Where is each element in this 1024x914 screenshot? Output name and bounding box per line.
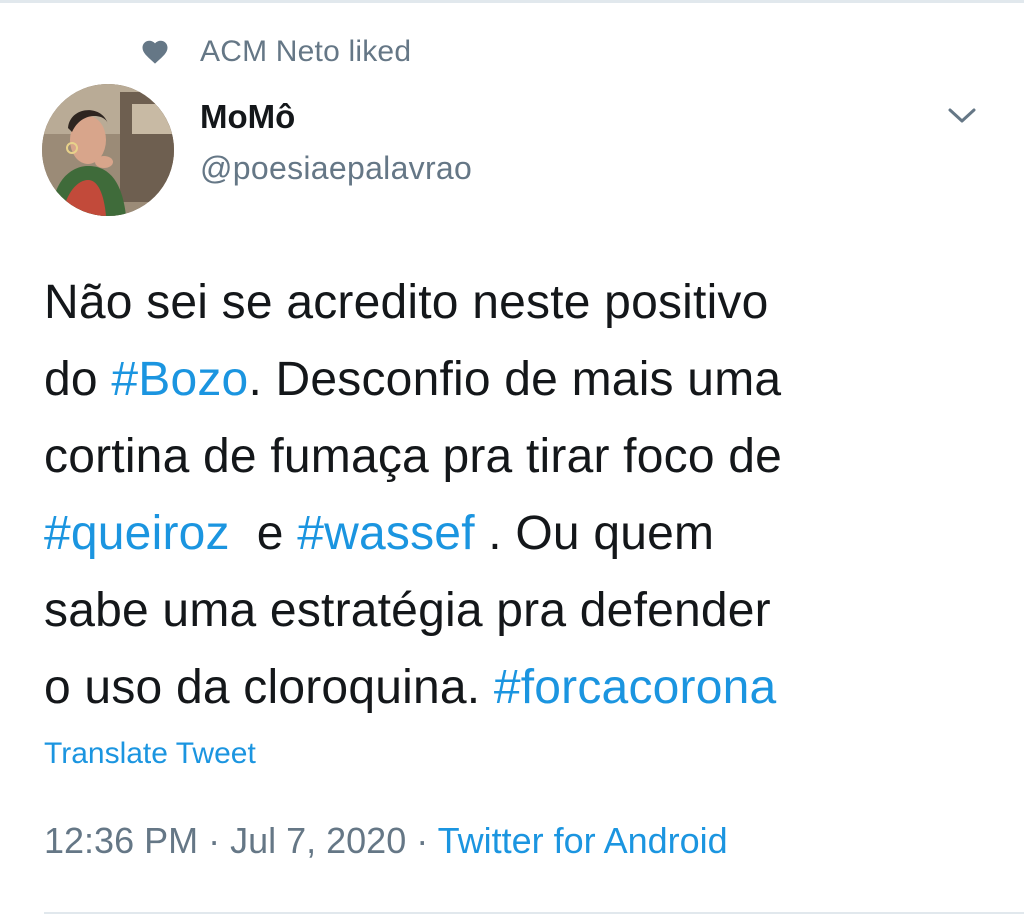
tweet-text-segment: o uso da cloroquina. <box>44 661 494 714</box>
tweet-time[interactable]: 12:36 PM <box>44 820 198 861</box>
tweet-text-segment: cortina de fumaça pra tirar foco de <box>44 430 783 483</box>
tweet-source[interactable]: Twitter for Android <box>438 820 728 861</box>
social-context[interactable]: ACM Neto liked <box>140 32 411 72</box>
tweet-text-segment: sabe uma estratégia pra defender <box>44 584 771 637</box>
avatar[interactable] <box>42 84 174 216</box>
tweet-line: sabe uma estratégia pra defender <box>44 572 1004 649</box>
meta-separator: · <box>406 820 438 861</box>
social-context-label: ACM Neto liked <box>200 35 412 68</box>
hashtag-link[interactable]: #forcacorona <box>494 661 777 714</box>
hashtag-link[interactable]: #Bozo <box>111 353 248 406</box>
author-name[interactable]: MoMô <box>200 98 295 136</box>
tweet-text-segment: e <box>229 507 298 560</box>
tweet-line: #queiroz e #wassef . Ou quem <box>44 495 1004 572</box>
tweet-text-segment: . Desconfio de mais uma <box>248 353 782 406</box>
tweet-line: do #Bozo. Desconfio de mais uma <box>44 341 1004 418</box>
tweet-line: cortina de fumaça pra tirar foco de <box>44 418 1004 495</box>
avatar-image <box>42 84 174 216</box>
tweet-meta: 12:36 PM · Jul 7, 2020 · Twitter for And… <box>44 820 728 862</box>
translate-tweet-link[interactable]: Translate Tweet <box>44 737 256 771</box>
meta-separator: · <box>198 820 231 861</box>
chevron-down-icon[interactable] <box>944 100 980 130</box>
tweet-line: Não sei se acredito neste positivo <box>44 264 1004 341</box>
tweet-text-segment: . Ou quem <box>474 507 715 560</box>
tweet-date[interactable]: Jul 7, 2020 <box>230 820 406 861</box>
tweet-text: Não sei se acredito neste positivo do #Bo… <box>44 264 1004 726</box>
heart-icon <box>142 40 168 64</box>
author-handle[interactable]: @poesiaepalavrao <box>200 150 472 187</box>
tweet-line: o uso da cloroquina. #forcacorona <box>44 649 1004 726</box>
hashtag-link[interactable]: #queiroz <box>44 507 230 560</box>
hashtag-link[interactable]: #wassef <box>297 507 475 560</box>
top-divider <box>0 0 1024 3</box>
tweet-text-segment: do <box>44 353 112 406</box>
tweet-text-segment: Não sei se acredito neste positivo <box>44 276 769 329</box>
